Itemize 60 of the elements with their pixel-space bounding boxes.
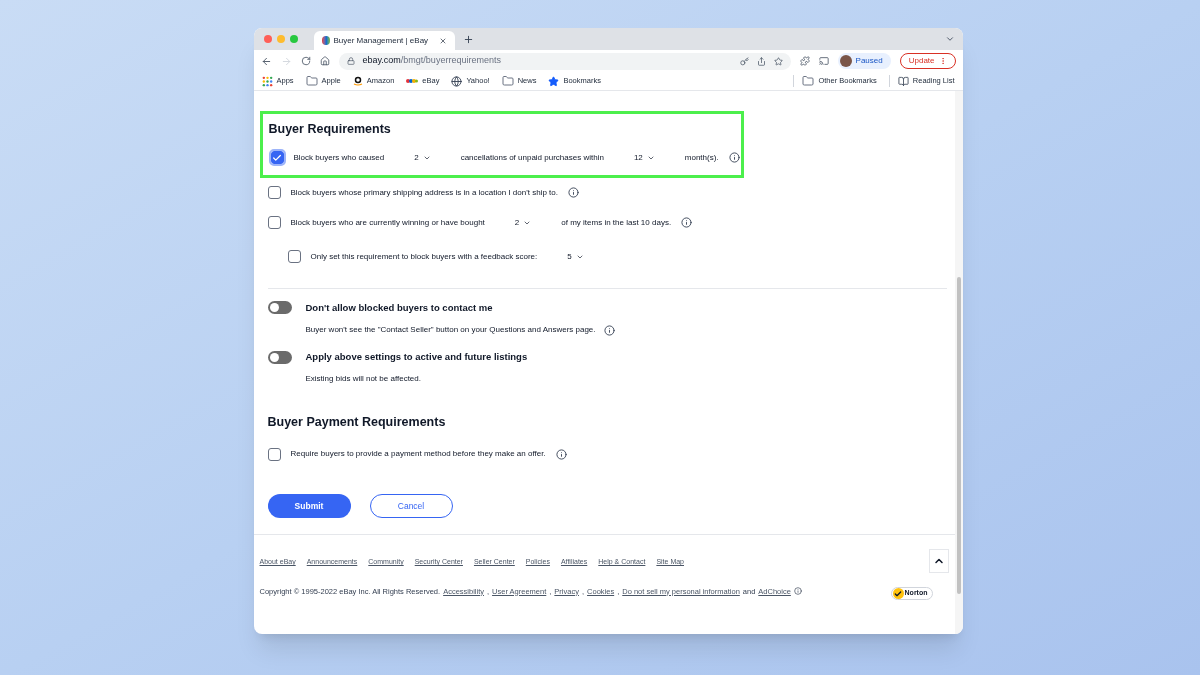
back-icon[interactable] [260,55,272,67]
number-dropdown[interactable]: 2 [494,216,552,229]
number-dropdown[interactable]: 5 [547,250,604,263]
number-dropdown[interactable]: 2 [394,151,451,164]
browser-tab[interactable]: Buyer Management | eBay [313,31,455,50]
section-heading: Buyer Requirements [267,121,392,138]
checkbox[interactable] [287,250,301,264]
toggle-switch[interactable] [267,301,292,315]
requirement-label: Only set this requirement to block buyers with a feedback score: [310,250,538,263]
star-icon [548,75,560,87]
submit-button[interactable]: Submit [267,494,351,518]
home-icon[interactable] [319,56,330,66]
tab-list-icon[interactable] [944,34,955,44]
folder-icon [501,75,514,87]
ebay-logo-icon [406,77,419,85]
requirement-label: of my items in the last 10 days. [561,216,672,229]
info-icon[interactable] [681,217,693,229]
adchoice-icon[interactable] [793,587,802,596]
folder-icon [305,75,318,87]
apps-grid-icon [261,75,273,87]
lock-icon [346,57,355,65]
checkbox[interactable] [267,186,281,200]
new-tab-icon[interactable] [462,33,474,45]
shopping-bag-icon [321,36,330,45]
requirement-label: Require buyers to provide a payment method before they make an offer. [290,448,546,460]
profile-button[interactable]: Paused [837,53,891,69]
reading-list-icon [897,75,909,87]
key-icon[interactable] [739,56,749,66]
checkbox[interactable] [267,216,281,230]
checkbox[interactable] [270,151,284,165]
requirement-label: cancellations of unpaid purchases within [460,151,604,164]
requirement-label: Block buyers who are currently winning or have bought [290,216,485,229]
back-to-top-button[interactable] [928,549,949,573]
share-icon[interactable] [756,56,766,66]
reload-icon[interactable] [300,56,311,66]
requirement-label: Block buyers who caused [293,151,385,164]
globe-icon [451,75,463,87]
toggle-switch[interactable] [267,350,292,364]
folder-icon [802,75,815,87]
requirement-label: month(s). [684,151,719,164]
info-icon[interactable] [555,448,567,460]
toggle-title: Apply above settings to active and future listings [305,350,528,364]
requirement-label: Block buyers whose primary shipping address is in a location I don't ship to. [290,186,558,199]
info-icon[interactable] [567,187,579,199]
checkbox[interactable] [267,447,281,461]
extensions-icon[interactable] [799,56,810,66]
info-icon[interactable] [728,152,740,164]
url-text: ebay.com/bmgt/buyerrequirements [362,54,502,68]
info-icon[interactable] [603,324,615,336]
bookmark-star-icon[interactable] [773,56,783,66]
section-heading: Buyer Payment Requirements [266,414,447,432]
toggle-title: Don't allow blocked buyers to contact me [305,300,493,315]
address-bar[interactable]: ebay.com/bmgt/buyerrequirements [338,52,791,70]
tab-title: Buyer Management | eBay [333,34,430,47]
number-dropdown[interactable]: 12 [613,151,675,164]
toggle-description: Buyer won't see the "Contact Seller" button on your Questions and Answers page. [305,324,596,336]
cast-icon[interactable] [818,56,829,66]
checkmark-icon [894,589,903,598]
close-tab-icon[interactable] [438,36,447,45]
toggle-description: Existing bids will not be affected. [305,373,421,386]
